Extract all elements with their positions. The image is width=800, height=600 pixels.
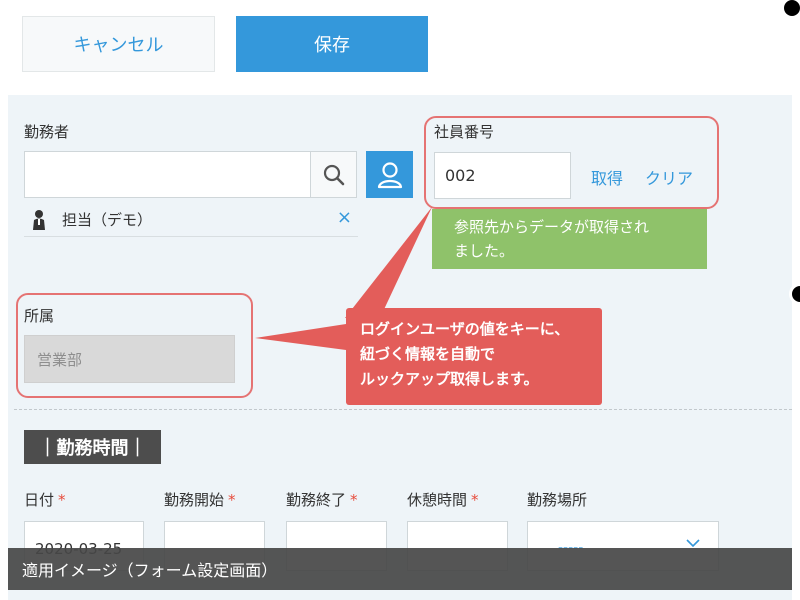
lookup-message-line: ました。: [454, 242, 515, 260]
worker-search-button[interactable]: [310, 151, 357, 198]
date-label: 日付 *: [24, 491, 66, 509]
person-avatar-icon: [33, 210, 45, 230]
break-time-label: 休憩時間 *: [407, 491, 479, 509]
user-icon: [377, 161, 402, 188]
worker-input[interactable]: [24, 151, 311, 198]
close-icon[interactable]: ×: [337, 207, 352, 228]
selected-user: 担当（デモ） ×: [24, 205, 358, 237]
employee-number-highlight: [424, 116, 719, 209]
end-time-label: 勤務終了 *: [286, 491, 358, 509]
edge-dot: [784, 0, 800, 16]
section-divider: [14, 409, 792, 410]
save-button[interactable]: 保存: [236, 16, 428, 72]
required-mark: *: [58, 491, 66, 509]
required-mark: *: [228, 491, 236, 509]
callout-note: ログインユーザの値をキーに、 紐づく情報を自動で ルックアップ取得します。: [346, 308, 602, 405]
user-select-button[interactable]: [366, 151, 413, 198]
callout-line: ログインユーザの値をキーに、: [360, 320, 570, 338]
department-highlight: [16, 293, 253, 398]
chevron-down-icon: [686, 539, 700, 548]
image-caption: 適用イメージ（フォーム設定画面）: [8, 548, 792, 590]
lookup-message-line: 参照先からデータが取得され: [454, 218, 650, 236]
selected-user-name: 担当（デモ）: [62, 211, 153, 229]
lookup-success-message: 参照先からデータが取得され ました。: [432, 209, 707, 269]
callout-line: ルックアップ取得します。: [360, 370, 539, 388]
search-icon: [323, 164, 344, 185]
callout-line: 紐づく情報を自動で: [360, 345, 496, 363]
required-mark: *: [350, 491, 358, 509]
cancel-button[interactable]: キャンセル: [22, 16, 215, 72]
worker-label: 勤務者: [24, 123, 70, 141]
section-title: ｜勤務時間｜: [24, 430, 161, 464]
required-mark: *: [471, 491, 479, 509]
work-place-label: 勤務場所: [527, 491, 588, 509]
start-time-label: 勤務開始 *: [164, 491, 236, 509]
